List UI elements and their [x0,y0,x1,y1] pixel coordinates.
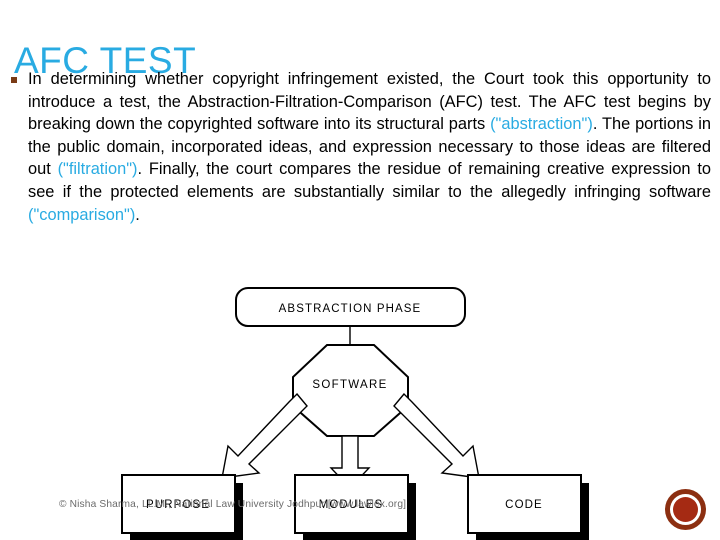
software-node: SOFTWARE [292,344,409,437]
square-bullet-icon [11,77,17,83]
abstraction-phase-label: ABSTRACTION PHASE [279,303,422,315]
body-content: In determining whether copyright infring… [9,68,711,226]
software-label: SOFTWARE [312,379,387,391]
slide-canvas: AFC TEST In determining whether copyrigh… [0,0,720,540]
copyright-watermark: © Nisha Sharma, LL.M., National Law Univ… [59,499,407,510]
record-core [673,497,698,522]
record-ring-gap [670,494,701,525]
record-indicator-icon[interactable] [665,489,706,530]
arrow-software-to-code [393,392,480,479]
output-label-code: CODE [505,499,543,511]
bullet-paragraph: In determining whether copyright infring… [28,68,711,226]
keyword-abstraction: ("abstraction") [490,115,593,134]
output-node-code: CODE [467,474,589,540]
abstraction-phase-node: ABSTRACTION PHASE [235,287,466,327]
text-segment-6: . [135,205,140,224]
keyword-comparison: ("comparison") [28,205,136,224]
bullet-list-item: In determining whether copyright infring… [9,68,711,226]
keyword-filtration: ("filtration") [57,160,138,179]
arrow-software-to-purpose [221,392,308,479]
